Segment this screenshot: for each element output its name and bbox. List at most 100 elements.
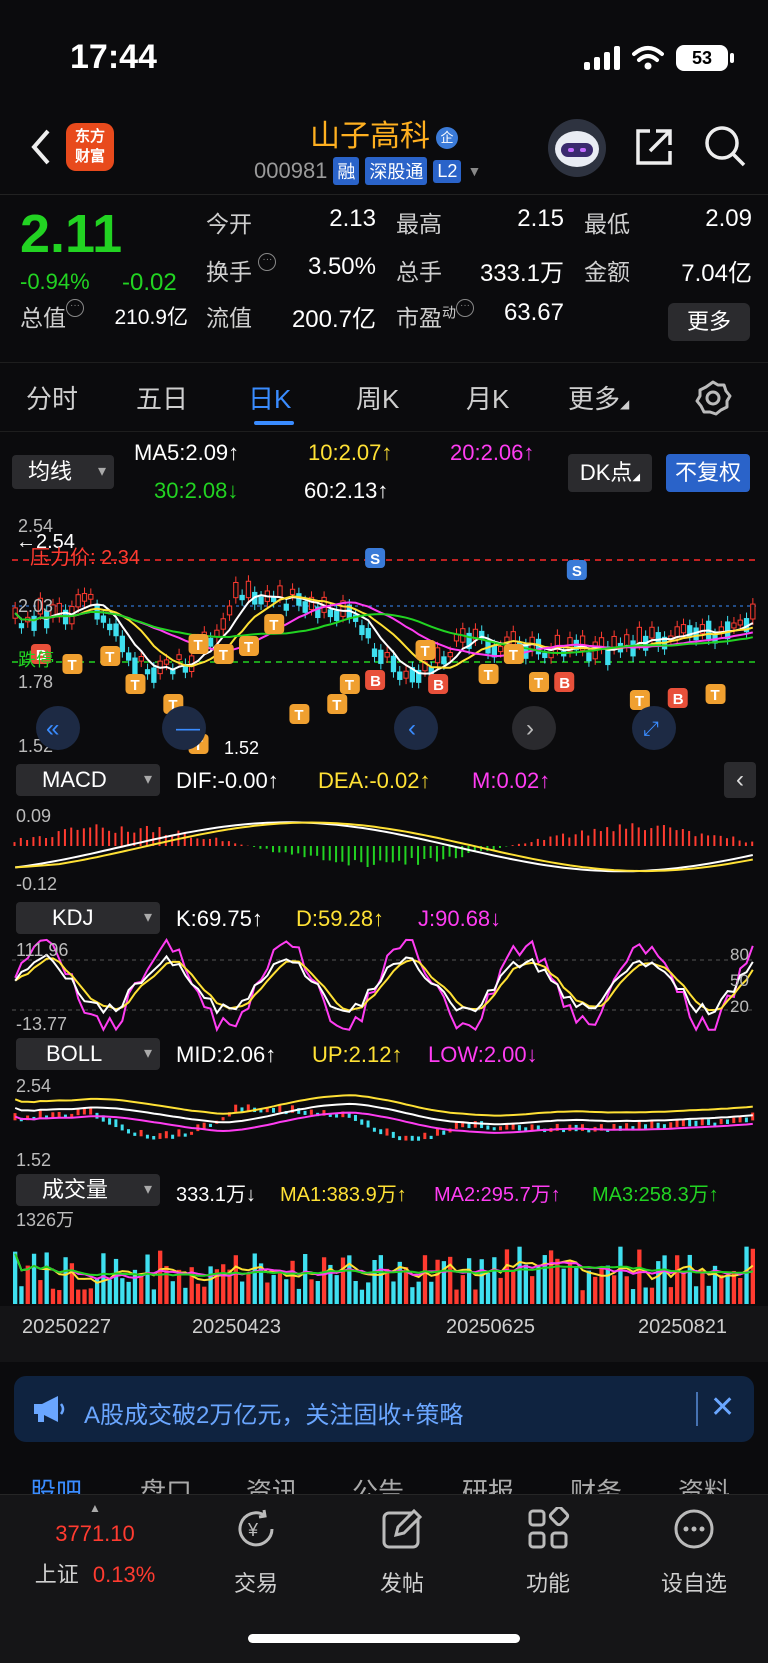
ma60-value: 60:2.13↑ (304, 478, 389, 503)
volume-bar (530, 1276, 535, 1304)
kdj-y-bottom: -13.77 (16, 1014, 67, 1034)
subtab-news[interactable]: 资讯 (246, 1472, 298, 1494)
subtab-announcements[interactable]: 公告 (352, 1472, 404, 1494)
collapse-panel-button[interactable]: ‹ (724, 762, 756, 798)
nav-functions[interactable]: 功能 (498, 1505, 598, 1598)
boll-chart[interactable]: 2.54 1.52 (12, 1074, 756, 1170)
candle-body (245, 580, 252, 599)
macd-histogram-bar (669, 827, 672, 846)
candle-body (334, 610, 340, 621)
volume-bar (599, 1268, 604, 1304)
volume-bar (366, 1282, 371, 1304)
candle-body (207, 637, 214, 647)
candle-body (151, 667, 157, 683)
boll-candle (190, 1131, 194, 1135)
boll-candle (498, 1126, 502, 1131)
macd-chart[interactable]: 0.09 -0.12 (12, 800, 756, 896)
volume-bar (637, 1249, 642, 1304)
subtab-pankou[interactable]: 盘口 (140, 1472, 192, 1494)
gear-icon[interactable] (694, 379, 732, 417)
macd-histogram-bar (644, 830, 647, 846)
candle-body (750, 603, 756, 620)
ma5-value: MA5:2.09↑ (134, 440, 240, 465)
macd-histogram-bar (126, 831, 129, 846)
boll-candle (486, 1125, 490, 1130)
nav-add-watchlist[interactable]: 设自选 (644, 1507, 744, 1598)
more-button[interactable]: 更多 (668, 303, 750, 341)
macd-histogram-bar (631, 823, 634, 846)
boll-candle (309, 1109, 313, 1115)
scroll-left-button[interactable] (394, 706, 438, 750)
tag-l2: L2 (433, 159, 462, 183)
candle-body (384, 651, 390, 658)
tab-five-day[interactable]: 五日 (136, 379, 188, 416)
macd-histogram-bar (297, 846, 300, 854)
share-icon[interactable] (632, 125, 676, 169)
ma20-value: 20:2.06↑ (450, 440, 535, 465)
info-icon[interactable]: ··· (66, 299, 84, 317)
boll-candle (675, 1120, 679, 1128)
triangle-up-icon: ▲ (89, 1501, 101, 1515)
active-tab-indicator (254, 421, 294, 425)
tab-daily-k[interactable]: 日K (248, 379, 291, 416)
macd-histogram-bar (574, 834, 577, 846)
search-icon[interactable] (702, 123, 748, 169)
tab-intraday[interactable]: 分时 (26, 379, 78, 416)
boll-candle (240, 1107, 244, 1112)
candle-body (497, 646, 504, 653)
info-icon[interactable]: ··· (258, 253, 277, 271)
caret-down-icon[interactable]: ▼ (467, 163, 481, 179)
macd-histogram-bar (360, 846, 363, 863)
mktcap-value: 210.9亿 (114, 306, 188, 329)
candle-body (636, 626, 643, 645)
macd-dropdown[interactable]: MACD (16, 764, 160, 796)
candle-body (132, 657, 138, 675)
boll-candle (158, 1133, 162, 1139)
boll-candle (473, 1121, 477, 1128)
scroll-right-button[interactable] (512, 706, 556, 750)
subtab-guba[interactable]: 股吧 (30, 1472, 82, 1494)
ma-type-dropdown[interactable]: 均线 (12, 455, 114, 489)
volume-dropdown[interactable]: 成交量 (16, 1174, 160, 1206)
edit-icon (382, 1508, 423, 1549)
candle-body (277, 585, 283, 598)
nav-post[interactable]: 发帖 (352, 1507, 452, 1598)
news-banner[interactable]: A股成交破2万亿元，关注固收+策略 ✕ (14, 1376, 754, 1442)
subtab-finance[interactable]: 财务 (570, 1472, 622, 1494)
candle-body (403, 670, 409, 679)
index-ticker[interactable]: ▲ 3771.10 上证 0.13% (20, 1501, 170, 1589)
subtab-profile[interactable]: 资料 (678, 1472, 730, 1494)
boll-candle (688, 1119, 692, 1127)
volume-chart[interactable]: 1326万 (12, 1208, 756, 1306)
kdj-chart[interactable]: 111.96 -13.77 80 50 20 (12, 938, 756, 1034)
ma10-value: 10:2.07↑ (308, 440, 393, 465)
nav-trade[interactable]: ¥ 交易 (206, 1507, 306, 1598)
volume-bar (277, 1273, 283, 1304)
tab-more[interactable]: 更多◢ (568, 379, 629, 416)
boll-candle (738, 1116, 742, 1123)
close-icon[interactable]: ✕ (710, 1390, 735, 1425)
boll-candle (366, 1120, 370, 1128)
boll-candle (133, 1132, 137, 1136)
kdj-dropdown[interactable]: KDJ (16, 902, 160, 934)
volume-bar (57, 1290, 62, 1304)
boll-candle (580, 1124, 584, 1131)
volume-bar (429, 1281, 434, 1304)
candle-body (144, 669, 151, 675)
kline-chart[interactable]: BT TTTTT TTTTT BTBTTT BT B TSST 2.54 ←2.54 压力价… (12, 514, 756, 758)
no-adjust-button[interactable]: 不复权 (666, 454, 750, 492)
robot-assistant-avatar[interactable] (548, 119, 606, 177)
boll-dropdown[interactable]: BOLL (16, 1038, 160, 1070)
cellular-signal-icon (584, 46, 620, 70)
macd-histogram-bar (606, 827, 609, 846)
dk-points-button[interactable]: DK点◢ (568, 454, 652, 492)
macd-histogram-bar (190, 837, 193, 846)
subtab-research[interactable]: 研报 (462, 1472, 514, 1494)
tab-weekly-k[interactable]: 周K (356, 379, 399, 416)
ma30-value: 30:2.08↓ (154, 478, 239, 503)
high-label: 最高 (396, 211, 442, 237)
tab-monthly-k[interactable]: 月K (466, 379, 509, 416)
boll-candle (335, 1114, 339, 1118)
macd-histogram-bar (183, 832, 186, 846)
info-icon[interactable]: ··· (456, 299, 474, 317)
